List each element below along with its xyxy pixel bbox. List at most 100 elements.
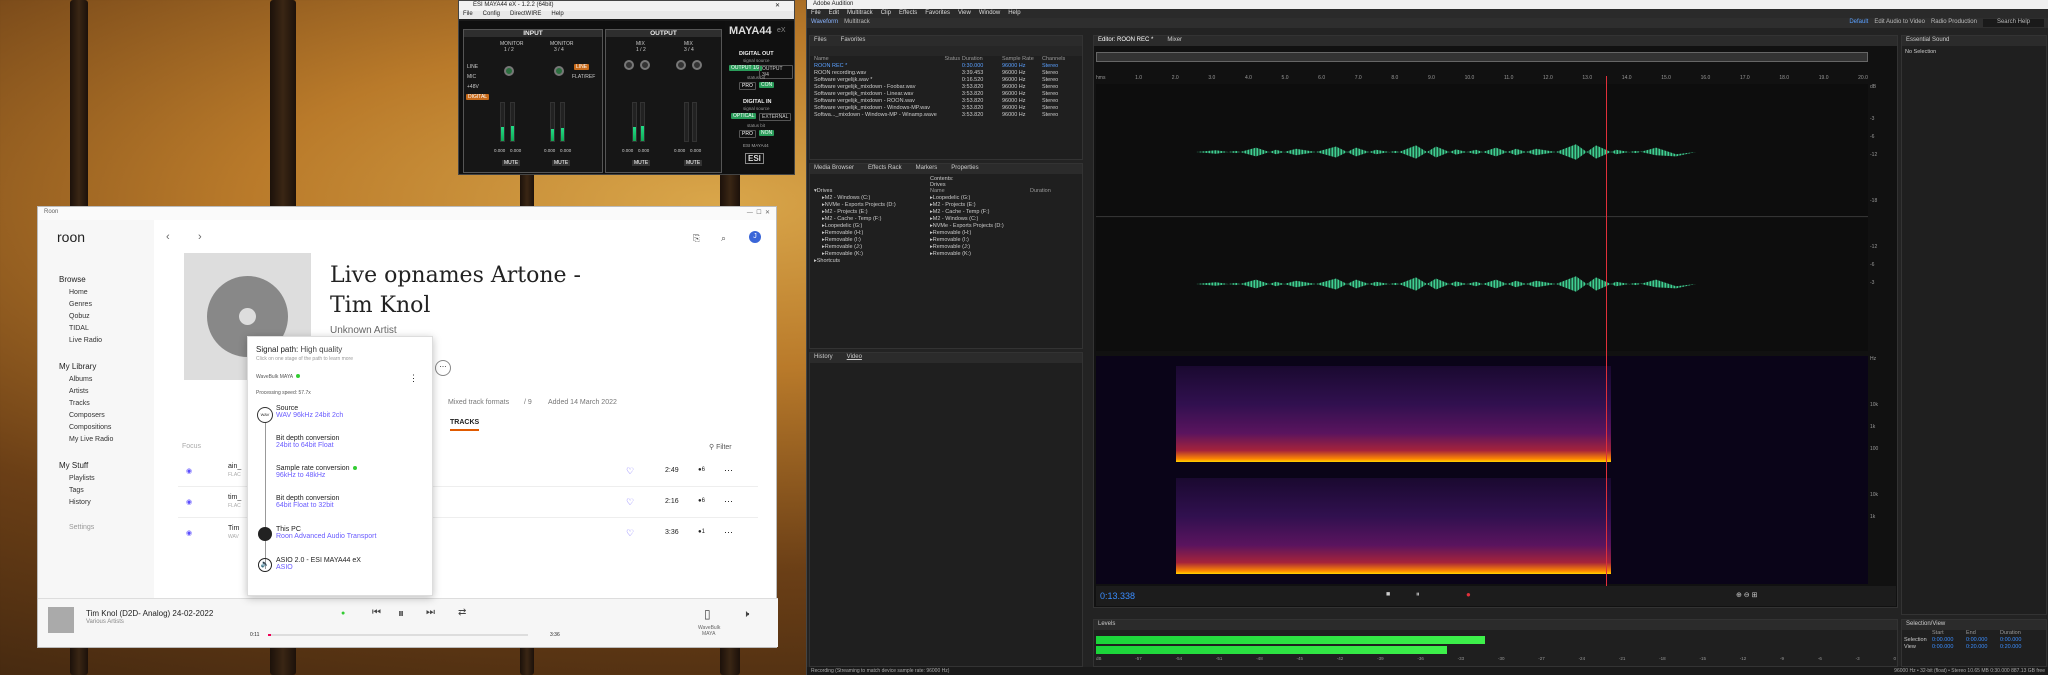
file-row[interactable]: Software vergelijk_mixdown - Windows-MP.… bbox=[814, 105, 1082, 112]
file-row[interactable]: Software vergelijk_mixdown - ROON.wav 3:5… bbox=[814, 98, 1082, 105]
non-audio-button[interactable]: NON bbox=[759, 130, 775, 136]
tab-files[interactable]: Files bbox=[814, 37, 827, 45]
drive-tree-item[interactable]: ▸ Removable (K:) bbox=[814, 251, 924, 258]
drive-list-item[interactable]: ▸ M2 - Projects (E:) bbox=[930, 202, 1080, 209]
workspace-radio[interactable]: Radio Production bbox=[1931, 19, 1977, 27]
waveform-channel-left[interactable] bbox=[1096, 84, 1868, 217]
nav-qobuz[interactable]: Qobuz bbox=[69, 313, 145, 320]
tab-selection-view[interactable]: Selection/View bbox=[1906, 621, 1945, 629]
more-options-icon[interactable]: ⋯ bbox=[724, 527, 733, 538]
repeat-icon[interactable]: ⇄ bbox=[458, 607, 466, 618]
play-icon[interactable]: ◉ bbox=[186, 467, 192, 475]
line-tag[interactable]: LINE bbox=[574, 64, 590, 70]
pro-button[interactable]: PRO bbox=[739, 82, 756, 90]
avatar[interactable]: J bbox=[749, 231, 761, 243]
signal-step-pc[interactable]: This PC Roon Advanced Audio Transport bbox=[276, 526, 376, 540]
signal-path-dot[interactable]: ● bbox=[341, 610, 345, 617]
playhead[interactable] bbox=[1606, 76, 1607, 586]
tree-shortcuts[interactable]: ▸ Shortcuts bbox=[814, 258, 924, 265]
menu-clip[interactable]: Clip bbox=[881, 10, 891, 17]
external-button[interactable]: EXTERNAL bbox=[759, 113, 792, 121]
heart-icon[interactable]: ♡ bbox=[626, 528, 634, 539]
more-options-icon[interactable]: ⋯ bbox=[724, 496, 733, 507]
record-icon[interactable]: ● bbox=[1466, 590, 1471, 599]
output-12-button[interactable]: OUTPUT 1/2 bbox=[729, 65, 762, 71]
menu-config[interactable]: Config bbox=[483, 11, 500, 19]
menu-file[interactable]: File bbox=[463, 11, 473, 19]
spectral-display[interactable] bbox=[1096, 356, 1868, 584]
nav-composers[interactable]: Composers bbox=[69, 412, 145, 419]
nav-tags[interactable]: Tags bbox=[69, 487, 145, 494]
mix-knob[interactable] bbox=[624, 60, 634, 70]
mute-button[interactable]: MUTE bbox=[632, 160, 651, 166]
back-arrow-icon[interactable]: ‹ bbox=[166, 231, 170, 243]
nav-tidal[interactable]: TIDAL bbox=[69, 325, 145, 332]
menu-file[interactable]: File bbox=[811, 10, 821, 17]
tab-history[interactable]: History bbox=[814, 354, 833, 362]
nav-settings[interactable]: Settings bbox=[69, 524, 145, 531]
tab-levels[interactable]: Levels bbox=[1098, 621, 1115, 629]
tab-properties[interactable]: Properties bbox=[951, 165, 978, 173]
tab-mixer[interactable]: Mixer bbox=[1167, 37, 1182, 45]
filter-button[interactable]: ⚲ Filter bbox=[709, 443, 732, 451]
menu-directwire[interactable]: DirectWIRE bbox=[510, 11, 541, 19]
selection-row[interactable]: Selection 0:00.000 0:00.000 0:00.000 bbox=[1902, 637, 2046, 644]
optical-button[interactable]: OPTICAL bbox=[731, 113, 757, 119]
menu-view[interactable]: View bbox=[958, 10, 971, 17]
now-playing-art[interactable] bbox=[48, 607, 74, 633]
forward-arrow-icon[interactable]: › bbox=[198, 231, 202, 243]
tab-essential-sound[interactable]: Essential Sound bbox=[1906, 37, 1949, 45]
signal-step-samplerate[interactable]: Sample rate conversion 96kHz to 48kHz bbox=[276, 465, 357, 479]
signal-step-asio[interactable]: ASIO 2.0 - ESI MAYA44 eX ASIO bbox=[276, 557, 361, 571]
file-row[interactable]: ROON REC * 0:30.000 96000 Hz Stereo bbox=[814, 63, 1082, 70]
monitor-knob[interactable] bbox=[554, 66, 564, 76]
drive-tree-item[interactable]: ▸ Removable (J:) bbox=[814, 244, 924, 251]
nav-live-radio[interactable]: Live Radio bbox=[69, 337, 145, 344]
now-playing-title[interactable]: Tim Knol (D2D- Analog) 24-02-2022 bbox=[86, 609, 213, 618]
nav-home[interactable]: Home bbox=[69, 289, 145, 296]
con-button[interactable]: CON bbox=[759, 82, 775, 88]
play-icon[interactable]: ◉ bbox=[186, 529, 192, 537]
window-controls[interactable]: — ☐ ✕ bbox=[747, 209, 770, 218]
drive-tree-item[interactable]: ▸ NVMe - Exports Projects (D:) bbox=[814, 202, 924, 209]
drive-tree-item[interactable]: ▸ Loopedelic (G:) bbox=[814, 223, 924, 230]
mute-button[interactable]: MUTE bbox=[684, 160, 703, 166]
bookmark-icon[interactable]: ⎘ bbox=[693, 233, 700, 244]
digital-tag[interactable]: DIGITAL bbox=[466, 94, 490, 100]
drive-list-item[interactable]: ▸ Removable (H:) bbox=[930, 230, 1080, 237]
volume-icon[interactable]: 🕨 bbox=[743, 609, 749, 620]
file-row[interactable]: Softwa..._mixdown - Windows-MP - Winamp.… bbox=[814, 112, 1082, 119]
mute-button[interactable]: MUTE bbox=[502, 160, 521, 166]
close-icon[interactable]: ✕ bbox=[775, 2, 780, 10]
time-ruler[interactable]: hms 1.0 2.0 3.0 4.0 5.0 6.0 7.0 8.0 9.0 10.0 11.0 12… bbox=[1096, 75, 1868, 83]
nav-artists[interactable]: Artists bbox=[69, 388, 145, 395]
workspace-edit-video[interactable]: Edit Audio to Video bbox=[1874, 19, 1925, 27]
heart-icon[interactable]: ♡ bbox=[626, 466, 634, 477]
stop-icon[interactable]: ■ bbox=[1386, 591, 1390, 598]
tab-effects-rack[interactable]: Effects Rack bbox=[868, 165, 902, 173]
nav-genres[interactable]: Genres bbox=[69, 301, 145, 308]
more-options-icon[interactable]: ⋯ bbox=[435, 360, 451, 376]
tab-video[interactable]: Video bbox=[847, 354, 862, 362]
menu-favorites[interactable]: Favorites bbox=[925, 10, 950, 17]
mix-knob[interactable] bbox=[676, 60, 686, 70]
signal-step-bitdepth2[interactable]: Bit depth conversion 64bit Float to 32bit bbox=[276, 495, 339, 509]
waveform-channel-right[interactable] bbox=[1096, 218, 1868, 351]
workspace-default[interactable]: Default bbox=[1849, 19, 1868, 27]
tab-markers[interactable]: Markers bbox=[916, 165, 938, 173]
nav-my-live-radio[interactable]: My Live Radio bbox=[69, 436, 145, 443]
tab-tracks[interactable]: TRACKS bbox=[450, 419, 480, 431]
mix-knob[interactable] bbox=[692, 60, 702, 70]
view-row[interactable]: View 0:00.000 0:20.000 0:20.000 bbox=[1902, 644, 2046, 651]
pro-button[interactable]: PRO bbox=[739, 130, 756, 138]
pause-icon[interactable]: ⏸ bbox=[1416, 591, 1420, 599]
focus-button[interactable]: Focus bbox=[182, 443, 201, 450]
speaker-zone-icon[interactable]: ▯ bbox=[704, 607, 711, 621]
more-options-icon[interactable]: ⋯ bbox=[724, 465, 733, 476]
file-row[interactable]: Software vergelijk_mixdown - Linear.wav 3… bbox=[814, 91, 1082, 98]
drive-tree-item[interactable]: ▸ M2 - Cache - Temp (F:) bbox=[814, 216, 924, 223]
drive-list-item[interactable]: ▸ Removable (K:) bbox=[930, 251, 1080, 258]
play-icon[interactable]: ◉ bbox=[186, 498, 192, 506]
file-row[interactable]: ROON recording.wav 3:39.453 96000 Hz Stereo bbox=[814, 70, 1082, 77]
waveform-mode-button[interactable]: Waveform bbox=[811, 19, 838, 27]
